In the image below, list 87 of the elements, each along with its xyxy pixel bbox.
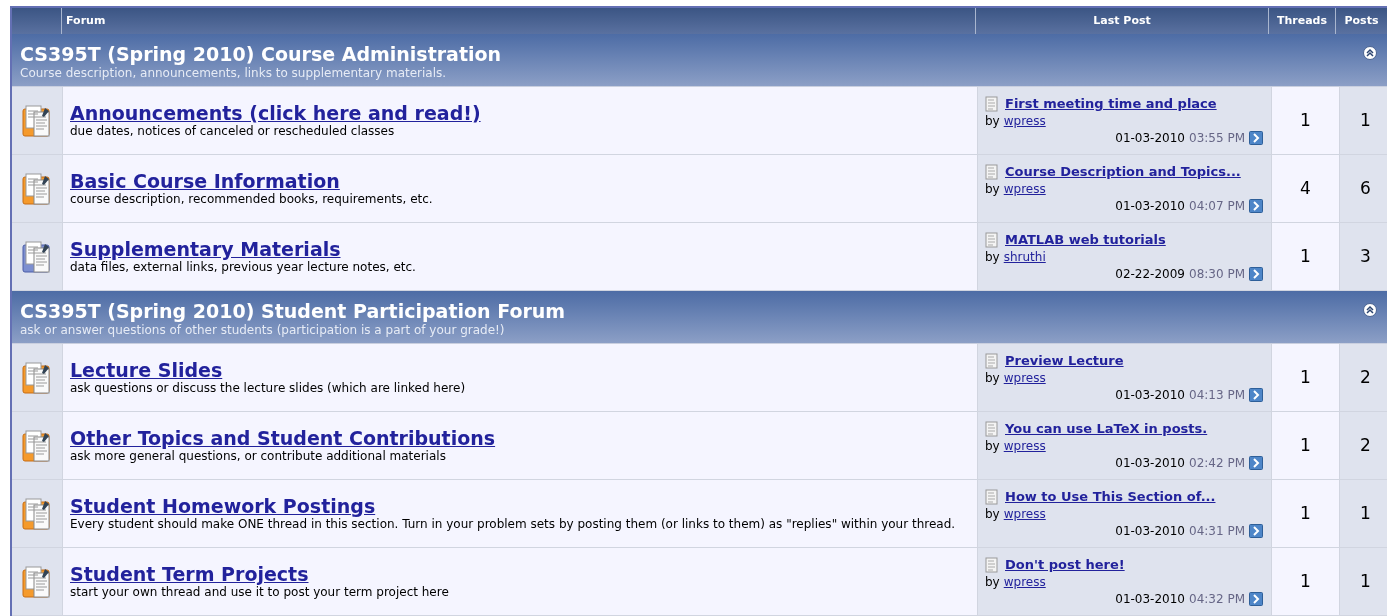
last-post-link[interactable]: How to Use This Section of...: [1005, 486, 1216, 507]
post-time: 04:31 PM: [1189, 523, 1245, 541]
author-link[interactable]: shruthi: [1003, 249, 1046, 266]
post-date: 01-03-2010: [1115, 198, 1185, 216]
last-post-link[interactable]: Don't post here!: [1005, 554, 1125, 575]
thread-count: 1: [1300, 569, 1311, 593]
post-count: 2: [1360, 433, 1371, 457]
category-title[interactable]: CS395T (Spring 2010) Student Participation Forum: [20, 299, 566, 323]
author-link[interactable]: wpress: [1003, 181, 1046, 198]
go-to-post-icon[interactable]: [1249, 267, 1263, 282]
last-post-link[interactable]: Preview Lecture: [1005, 350, 1124, 371]
go-to-post-icon[interactable]: [1249, 388, 1263, 403]
go-to-post-icon[interactable]: [1249, 199, 1263, 214]
forum-description: data files, external links, previous year lecture notes, etc.: [70, 260, 417, 275]
post-count: 1: [1360, 501, 1371, 525]
go-to-post-icon[interactable]: [1249, 524, 1263, 539]
post-date: 01-03-2010: [1115, 455, 1185, 473]
go-to-post-icon[interactable]: [1249, 131, 1263, 146]
post-count: 3: [1360, 244, 1371, 268]
category-description: ask or answer questions of other students (participation is a part of your grade!): [20, 323, 506, 338]
thread-count: 1: [1300, 433, 1311, 457]
forum-title-link[interactable]: Supplementary Materials: [70, 238, 341, 260]
post-date: 01-03-2010: [1115, 130, 1185, 148]
go-to-post-icon[interactable]: [1249, 592, 1263, 607]
by-label: by: [985, 370, 1000, 387]
post-time: 08:30 PM: [1189, 266, 1245, 284]
post-time: 03:55 PM: [1189, 130, 1245, 148]
forum-title-link[interactable]: Basic Course Information: [70, 170, 340, 192]
forum-title-link[interactable]: Other Topics and Student Contributions: [70, 427, 496, 449]
thread-count: 1: [1300, 108, 1311, 132]
document-icon: [985, 488, 999, 505]
post-date: 01-03-2010: [1115, 591, 1185, 609]
by-label: by: [985, 506, 1000, 523]
last-post-link[interactable]: You can use LaTeX in posts.: [1005, 418, 1208, 439]
category-description: Course description, announcements, links to supplementary materials.: [20, 66, 448, 81]
post-date: 02-22-2009: [1115, 266, 1185, 284]
category-title[interactable]: CS395T (Spring 2010) Course Administration: [20, 42, 502, 66]
go-to-post-icon[interactable]: [1249, 456, 1263, 471]
author-link[interactable]: wpress: [1003, 574, 1046, 591]
last-post-link[interactable]: First meeting time and place: [1005, 93, 1217, 114]
author-link[interactable]: wpress: [1003, 113, 1046, 130]
document-icon: [985, 352, 999, 369]
post-time: 04:07 PM: [1189, 198, 1245, 216]
thread-count: 1: [1300, 501, 1311, 525]
column-header: Forum: [66, 12, 106, 29]
thread-count: 1: [1300, 365, 1311, 389]
column-header: Posts: [1344, 12, 1379, 29]
forum-description: due dates, notices of canceled or rescheduled classes: [70, 124, 396, 139]
by-label: by: [985, 438, 1000, 455]
forum-description: Every student should make ONE thread in this section. Turn in your problem sets by posting them (or links to them) as "replies" within your thread.: [70, 517, 957, 532]
document-icon: [985, 163, 999, 180]
last-post-link[interactable]: Course Description and Topics...: [1005, 161, 1241, 182]
forum-title-link[interactable]: Student Term Projects: [70, 563, 309, 585]
document-icon: [985, 556, 999, 573]
author-link[interactable]: wpress: [1003, 370, 1046, 387]
document-icon: [985, 95, 999, 112]
last-post-link[interactable]: MATLAB web tutorials: [1005, 229, 1166, 250]
thread-count: 1: [1300, 244, 1311, 268]
by-label: by: [985, 574, 1000, 591]
forum-title-link[interactable]: Lecture Slides: [70, 359, 223, 381]
forum-description: start your own thread and use it to post your term project here: [70, 585, 450, 600]
post-count: 6: [1360, 176, 1371, 200]
by-label: by: [985, 181, 1000, 198]
forum-title-link[interactable]: Announcements (click here and read!): [70, 102, 481, 124]
post-count: 1: [1360, 108, 1371, 132]
by-label: by: [985, 249, 1000, 266]
post-time: 04:32 PM: [1189, 591, 1245, 609]
thread-count: 4: [1300, 176, 1311, 200]
post-time: 04:13 PM: [1189, 387, 1245, 405]
author-link[interactable]: wpress: [1003, 438, 1046, 455]
column-header: Threads: [1276, 12, 1328, 29]
document-icon: [985, 420, 999, 437]
forum-description: ask more general questions, or contribute additional materials: [70, 449, 447, 464]
forum-description: course description, recommended books, requirements, etc.: [70, 192, 434, 207]
collapse-icon[interactable]: [1363, 46, 1377, 60]
author-link[interactable]: wpress: [1003, 506, 1046, 523]
forum-description: ask questions or discuss the lecture slides (which are linked here): [70, 381, 467, 396]
post-count: 2: [1360, 365, 1371, 389]
post-time: 02:42 PM: [1189, 455, 1245, 473]
column-header: Last Post: [1093, 12, 1151, 29]
post-count: 1: [1360, 569, 1371, 593]
post-date: 01-03-2010: [1115, 523, 1185, 541]
post-date: 01-03-2010: [1115, 387, 1185, 405]
document-icon: [985, 231, 999, 248]
by-label: by: [985, 113, 1000, 130]
forum-title-link[interactable]: Student Homework Postings: [70, 495, 376, 517]
collapse-icon[interactable]: [1363, 303, 1377, 317]
